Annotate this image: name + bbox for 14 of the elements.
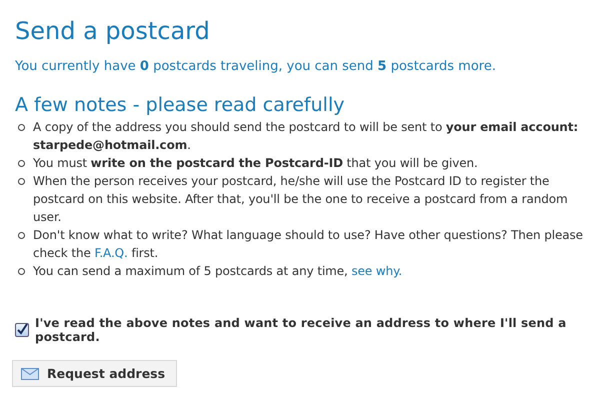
envelope-icon bbox=[21, 368, 39, 380]
note-text: A copy of the address you should send the postcard to will be sent to your email account: starpede@hotmail.com. bbox=[33, 119, 580, 154]
request-address-button[interactable]: Request address bbox=[12, 360, 178, 387]
note-text: Don't know what to write? What language should to use? Have other questions? Then please check the F.A.Q. first. bbox=[33, 227, 584, 262]
note-text: You can send a maximum of 5 postcards at any time, see why. bbox=[33, 263, 402, 280]
status-text: You currently have 0 postcards traveling, you can send 5 postcards more. bbox=[15, 58, 497, 76]
checkbox[interactable] bbox=[15, 323, 29, 337]
agreement-label: I've read the above notes and want to receive an address to where I'll send a postcard. bbox=[35, 316, 568, 344]
page-title: Send a postcard bbox=[15, 16, 211, 47]
note-text: You must write on the postcard the Postcard-ID that you will be given. bbox=[33, 155, 478, 172]
section-heading: A few notes - please read carefully bbox=[15, 93, 346, 117]
note-text: When the person receives your postcard, he/she will use the Postcard ID to register the postcard on this website. After that, you'll be the one to receive a postcard from a random user. bbox=[33, 173, 569, 226]
link[interactable]: see why. bbox=[351, 264, 402, 278]
link[interactable]: F.A.Q. bbox=[94, 246, 128, 260]
